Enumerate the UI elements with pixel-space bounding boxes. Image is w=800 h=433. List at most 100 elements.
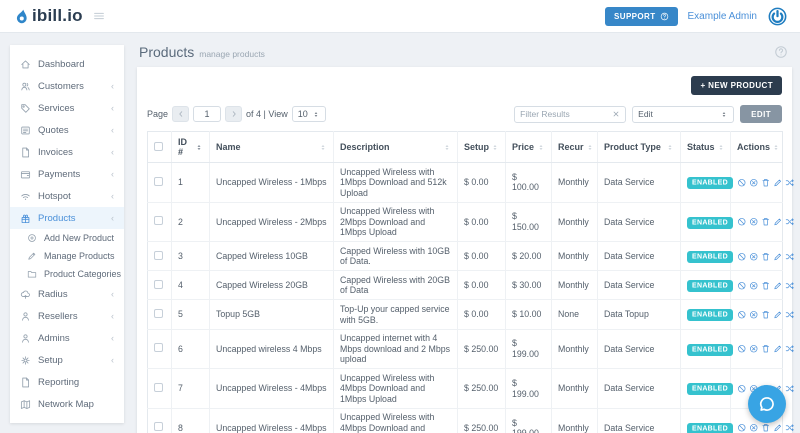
- page-number-input[interactable]: [193, 106, 222, 122]
- column-header-status[interactable]: Status: [680, 131, 731, 163]
- new-product-button[interactable]: + NEW PRODUCT: [691, 76, 782, 95]
- shuffle-icon[interactable]: [785, 217, 795, 227]
- row-checkbox[interactable]: [154, 382, 163, 392]
- sort-icon[interactable]: [717, 143, 725, 152]
- next-page-button[interactable]: [225, 106, 243, 122]
- sidebar-item-add-new-product[interactable]: Add New Product: [10, 229, 124, 247]
- column-header-setup[interactable]: Setup: [457, 131, 506, 163]
- shuffle-icon[interactable]: [785, 344, 795, 354]
- circle-x-icon[interactable]: [749, 281, 759, 291]
- ban-icon[interactable]: [737, 217, 747, 227]
- column-header-product-type[interactable]: Product Type: [597, 131, 681, 163]
- view-count-select[interactable]: 10: [291, 106, 326, 122]
- chat-widget-button[interactable]: [748, 385, 786, 423]
- app-logo[interactable]: ibill.io: [12, 6, 83, 26]
- sidebar-item-hotspot[interactable]: Hotspot ‹: [10, 185, 124, 207]
- support-button[interactable]: SUPPORT: [605, 6, 678, 26]
- edit-button[interactable]: EDIT: [740, 105, 782, 123]
- row-checkbox[interactable]: [154, 308, 163, 318]
- trash-icon[interactable]: [761, 281, 771, 291]
- ban-icon[interactable]: [737, 384, 747, 394]
- trash-icon[interactable]: [761, 423, 771, 433]
- column-header-price[interactable]: Price: [505, 131, 552, 163]
- row-checkbox[interactable]: [154, 176, 163, 186]
- sidebar-item-invoices[interactable]: Invoices ‹: [10, 141, 124, 163]
- trash-icon[interactable]: [761, 217, 771, 227]
- shuffle-icon[interactable]: [785, 423, 795, 433]
- sidebar-item-setup[interactable]: Setup ‹: [10, 349, 124, 371]
- row-price: $ 10.00: [505, 299, 552, 330]
- sidebar-item-reporting[interactable]: Reporting: [10, 371, 124, 393]
- column-header-id[interactable]: ID #: [171, 131, 210, 163]
- shuffle-icon[interactable]: [785, 310, 795, 320]
- sidebar-item-manage-products[interactable]: Manage Products: [10, 247, 124, 265]
- pencil-icon[interactable]: [773, 178, 783, 188]
- clear-filter-icon[interactable]: [612, 110, 620, 118]
- shuffle-icon[interactable]: [785, 252, 795, 262]
- shuffle-icon[interactable]: [785, 384, 795, 394]
- sidebar-item-services[interactable]: Services ‹: [10, 97, 124, 119]
- row-checkbox[interactable]: [154, 422, 163, 432]
- filter-input[interactable]: [520, 109, 613, 119]
- sort-icon[interactable]: [586, 143, 594, 152]
- chevron-left-icon: ‹: [111, 212, 114, 223]
- sort-icon[interactable]: [666, 143, 674, 152]
- pencil-icon[interactable]: [773, 252, 783, 262]
- sort-icon[interactable]: [195, 143, 203, 152]
- help-question-icon[interactable]: [774, 45, 788, 59]
- ban-icon[interactable]: [737, 344, 747, 354]
- ban-icon[interactable]: [737, 281, 747, 291]
- pencil-icon[interactable]: [773, 423, 783, 433]
- shuffle-icon[interactable]: [785, 281, 795, 291]
- sidebar-item-radius[interactable]: Radius ‹: [10, 283, 124, 305]
- sort-icon[interactable]: [772, 143, 780, 152]
- sort-icon[interactable]: [537, 143, 545, 152]
- sidebar-item-network-map[interactable]: Network Map: [10, 393, 124, 415]
- circle-x-icon[interactable]: [749, 178, 759, 188]
- trash-icon[interactable]: [761, 310, 771, 320]
- ban-icon[interactable]: [737, 178, 747, 188]
- shuffle-icon[interactable]: [785, 178, 795, 188]
- trash-icon[interactable]: [761, 344, 771, 354]
- trash-icon[interactable]: [761, 178, 771, 188]
- sidebar-item-quotes[interactable]: Quotes ‹: [10, 119, 124, 141]
- sidebar-item-resellers[interactable]: Resellers ‹: [10, 305, 124, 327]
- row-checkbox[interactable]: [154, 279, 163, 289]
- column-header-recur[interactable]: Recur: [551, 131, 598, 163]
- sort-icon[interactable]: [443, 143, 451, 152]
- pencil-icon[interactable]: [773, 344, 783, 354]
- column-header-actions[interactable]: Actions: [730, 131, 783, 163]
- user-account-link[interactable]: Example Admin: [688, 11, 757, 22]
- circle-x-icon[interactable]: [749, 310, 759, 320]
- pencil-icon[interactable]: [773, 310, 783, 320]
- sidebar-item-product-categories[interactable]: Product Categories: [10, 265, 124, 283]
- ban-icon[interactable]: [737, 252, 747, 262]
- circle-x-icon[interactable]: [749, 423, 759, 433]
- sidebar-item-customers[interactable]: Customers ‹: [10, 75, 124, 97]
- row-checkbox[interactable]: [154, 216, 163, 226]
- sidebar-item-payments[interactable]: Payments ‹: [10, 163, 124, 185]
- prev-page-button[interactable]: [172, 106, 190, 122]
- sidebar-item-admins[interactable]: Admins ‹: [10, 327, 124, 349]
- column-header-description[interactable]: Description: [333, 131, 458, 163]
- logout-power-icon[interactable]: [767, 6, 788, 27]
- bulk-action-select[interactable]: Edit: [632, 105, 735, 123]
- menu-toggle-icon[interactable]: [92, 9, 106, 23]
- sidebar-item-products[interactable]: Products ‹: [10, 207, 124, 229]
- sort-icon[interactable]: [491, 143, 499, 152]
- sort-icon[interactable]: [319, 143, 327, 152]
- row-checkbox[interactable]: [154, 250, 163, 260]
- column-header-name[interactable]: Name: [209, 131, 334, 163]
- row-checkbox[interactable]: [154, 343, 163, 353]
- circle-x-icon[interactable]: [749, 217, 759, 227]
- pencil-icon[interactable]: [773, 217, 783, 227]
- select-all-checkbox[interactable]: [154, 141, 163, 151]
- ban-icon[interactable]: [737, 423, 747, 433]
- circle-x-icon[interactable]: [749, 344, 759, 354]
- circle-x-icon[interactable]: [749, 252, 759, 262]
- sidebar-item-dashboard[interactable]: Dashboard: [10, 53, 124, 75]
- row-recur: Monthly: [551, 368, 598, 409]
- trash-icon[interactable]: [761, 252, 771, 262]
- ban-icon[interactable]: [737, 310, 747, 320]
- pencil-icon[interactable]: [773, 281, 783, 291]
